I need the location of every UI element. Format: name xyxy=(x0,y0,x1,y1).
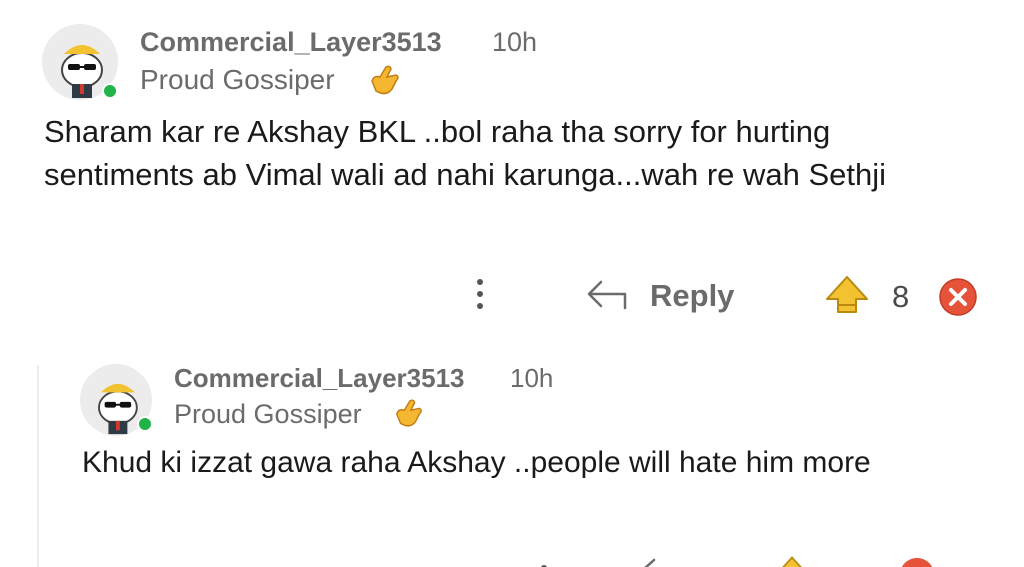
downvote-icon xyxy=(939,278,977,316)
downvote-icon xyxy=(901,557,933,567)
reply-label: Reply xyxy=(650,278,735,313)
downvote-button[interactable] xyxy=(898,556,936,567)
comment-body: Sharam kar re Akshay BKL ..bol raha tha … xyxy=(44,114,887,192)
comment-reply: Commercial_Layer3513 10h Proud Gossiper … xyxy=(0,330,1024,567)
upvote-icon xyxy=(782,556,802,567)
upvote-button[interactable] xyxy=(824,274,870,318)
upvote-icon xyxy=(826,276,868,313)
username[interactable]: Commercial_Layer3513 xyxy=(174,363,465,394)
vote-count: 8 xyxy=(892,279,910,314)
reply-button[interactable]: Reply xyxy=(585,274,745,318)
upvote-button[interactable] xyxy=(772,554,812,567)
user-flair: Proud Gossiper xyxy=(140,64,335,95)
online-status-dot xyxy=(102,83,118,99)
timestamp: 10h xyxy=(492,27,538,57)
more-options-icon[interactable] xyxy=(538,558,550,567)
pointing-hand-icon xyxy=(396,399,422,427)
pointing-hand-icon xyxy=(371,65,399,95)
more-options-icon[interactable] xyxy=(472,276,488,314)
reply-button[interactable] xyxy=(640,556,680,567)
reply-arrow-icon xyxy=(644,558,656,567)
downvote-button[interactable] xyxy=(938,277,978,317)
timestamp: 10h xyxy=(510,363,554,393)
username[interactable]: Commercial_Layer3513 xyxy=(140,27,442,58)
online-status-dot xyxy=(137,416,153,432)
comment: Commercial_Layer3513 10h Proud Gossiper … xyxy=(0,0,1024,330)
comment-body: Khud ki izzat gawa raha Akshay ..people … xyxy=(82,446,871,479)
user-flair: Proud Gossiper xyxy=(174,399,362,429)
reply-arrow-icon xyxy=(587,280,627,310)
